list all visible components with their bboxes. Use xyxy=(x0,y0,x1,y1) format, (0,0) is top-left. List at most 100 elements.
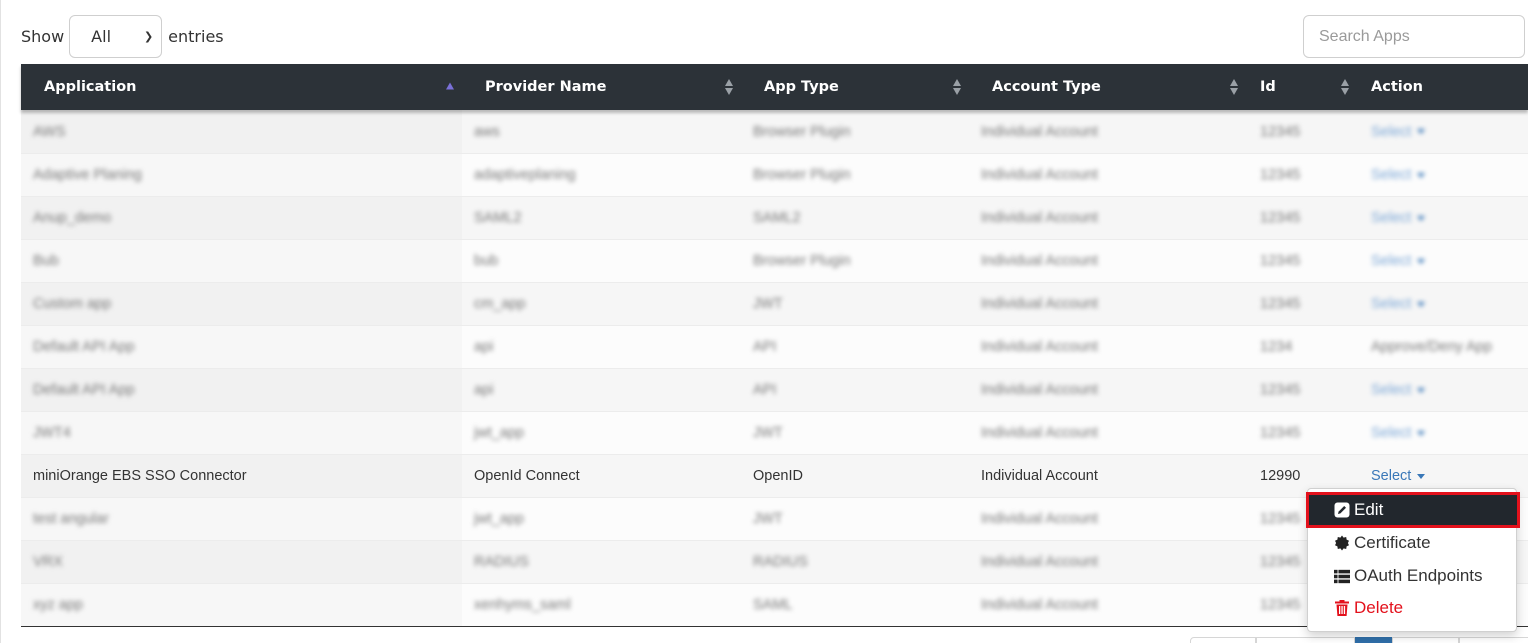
cell-application: Default API App xyxy=(21,369,462,411)
cell-text: Adaptive Planing xyxy=(33,167,142,183)
cell-application: Bub xyxy=(21,240,462,282)
cell-text: SAML xyxy=(753,597,793,613)
table-row: Adaptive Planing adaptiveplaning Browser P… xyxy=(21,153,1528,196)
cell-provider-name: adaptiveplaning xyxy=(462,154,741,196)
select-action-dropdown[interactable]: Select xyxy=(1371,296,1426,312)
cell-text: Browser Plugin xyxy=(753,253,851,269)
cell-text: AWS xyxy=(33,123,66,140)
search-apps-input[interactable] xyxy=(1303,15,1525,58)
menu-item-label: Certificate xyxy=(1354,533,1431,552)
menu-item-certificate[interactable]: Certificate xyxy=(1308,527,1516,559)
cell-text: 12345 xyxy=(1260,210,1301,226)
cell-text: jwt_app xyxy=(474,425,524,441)
cell-provider-name: SAML2 xyxy=(462,197,741,239)
cell-text: API xyxy=(753,339,777,355)
caret-down-icon xyxy=(1417,430,1426,436)
cell-text: 12990 xyxy=(1260,468,1301,484)
cell-text: 12345 xyxy=(1260,511,1301,527)
sort-both-icon xyxy=(1341,79,1349,95)
action-link[interactable]: Approve/Deny App xyxy=(1371,339,1492,355)
cell-text: jwt_app xyxy=(474,511,524,527)
pagination-page-button[interactable] xyxy=(1392,637,1459,643)
column-header-id[interactable]: Id xyxy=(1246,64,1357,110)
cell-account-type: Individual Account xyxy=(969,412,1246,454)
menu-item-delete[interactable]: Delete xyxy=(1308,592,1516,624)
cell-text: 12345 xyxy=(1260,597,1301,613)
table-row: JWT4 jwt_app JWT Individual Account 12345 Sel… xyxy=(21,411,1528,454)
cell-action: Select xyxy=(1357,283,1528,325)
cell-text: aws xyxy=(474,123,500,140)
cell-text: 12345 xyxy=(1260,425,1301,441)
pagination-page-button[interactable] xyxy=(1256,637,1355,643)
column-label: Account Type xyxy=(992,79,1101,95)
cell-text: Individual Account xyxy=(981,253,1098,269)
table-row: Default API App api API Individual Account 1… xyxy=(21,368,1528,411)
caret-down-icon xyxy=(1417,258,1426,264)
cell-text: RADIUS xyxy=(753,554,808,570)
cell-application: AWS xyxy=(21,110,462,153)
select-action-dropdown[interactable]: Select xyxy=(1371,382,1426,398)
pagination-previous-button[interactable] xyxy=(1190,637,1256,643)
column-header-provider-name[interactable]: Provider Name xyxy=(462,64,741,110)
action-label: Select xyxy=(1371,382,1412,398)
cell-text: miniOrange EBS SSO Connector xyxy=(33,468,247,484)
pagination-next-button[interactable] xyxy=(1459,637,1528,643)
action-label: Select xyxy=(1371,296,1412,312)
menu-item-oauth-endpoints[interactable]: OAuth Endpoints xyxy=(1308,560,1516,592)
column-header-application[interactable]: Application xyxy=(21,64,462,110)
cell-account-type: Individual Account xyxy=(969,240,1246,282)
cell-id: 12345 xyxy=(1246,197,1357,239)
select-action-dropdown[interactable]: Select xyxy=(1371,468,1426,484)
pagination-current-page[interactable] xyxy=(1355,637,1392,643)
table-row: test angular jwt_app JWT Individual Account… xyxy=(21,497,1528,540)
caret-down-icon xyxy=(1417,215,1426,221)
cell-text: JWT xyxy=(753,296,783,312)
edit-icon xyxy=(1334,502,1350,518)
cell-app-type: Browser Plugin xyxy=(741,240,969,282)
table-row: Default API App api API Individual Account 1… xyxy=(21,325,1528,368)
column-header-action: Action xyxy=(1357,64,1528,110)
cell-application: JWT4 xyxy=(21,412,462,454)
select-action-dropdown[interactable]: Select xyxy=(1371,253,1426,269)
table-body: AWS aws Browser Plugin Individual Account 12… xyxy=(21,110,1528,626)
cell-application: xyz app xyxy=(21,584,462,626)
cell-text: Individual Account xyxy=(981,210,1098,226)
cell-account-type: Individual Account xyxy=(969,154,1246,196)
cell-action: Select xyxy=(1357,197,1528,239)
cell-id: 12345 xyxy=(1246,110,1357,153)
menu-item-edit[interactable]: Edit xyxy=(1306,492,1520,528)
table-row: Bub bub Browser Plugin Individual Account 12… xyxy=(21,239,1528,282)
select-action-dropdown[interactable]: Select xyxy=(1371,210,1426,226)
cell-text: xyz app xyxy=(33,597,83,613)
select-action-dropdown[interactable]: Select xyxy=(1371,167,1426,183)
cell-text: Individual Account xyxy=(981,597,1098,613)
cell-provider-name: xenhyms_saml xyxy=(462,584,741,626)
caret-down-icon xyxy=(1417,301,1426,307)
select-action-dropdown[interactable]: Select xyxy=(1371,124,1426,140)
cell-app-type: JWT xyxy=(741,498,969,540)
cell-id: 12345 xyxy=(1246,283,1357,325)
cell-action: Select xyxy=(1357,154,1528,196)
cell-id: 12345 xyxy=(1246,240,1357,282)
cell-text: 12345 xyxy=(1260,167,1301,183)
cell-app-type: OpenID xyxy=(741,455,969,497)
cell-id: 12345 xyxy=(1246,154,1357,196)
menu-item-label: Edit xyxy=(1354,500,1384,519)
column-header-account-type[interactable]: Account Type xyxy=(969,64,1246,110)
caret-down-icon xyxy=(1417,129,1426,135)
pagination xyxy=(1190,637,1528,643)
show-label: Show xyxy=(21,27,65,46)
table-row: miniOrange EBS SSO Connector OpenId Conne… xyxy=(21,454,1528,497)
select-action-dropdown[interactable]: Select xyxy=(1371,425,1426,441)
cell-text: Individual Account xyxy=(981,468,1098,484)
cell-text: SAML2 xyxy=(474,210,522,226)
action-label: Select xyxy=(1371,253,1412,269)
cell-provider-name: aws xyxy=(462,110,741,153)
column-header-app-type[interactable]: App Type xyxy=(741,64,969,110)
cell-app-type: JWT xyxy=(741,412,969,454)
sort-both-icon xyxy=(1230,79,1238,95)
cell-account-type: Individual Account xyxy=(969,369,1246,411)
cell-account-type: Individual Account xyxy=(969,541,1246,583)
cell-text: RADIUS xyxy=(474,554,529,570)
entries-length-select[interactable]: All ❯ xyxy=(69,15,163,58)
